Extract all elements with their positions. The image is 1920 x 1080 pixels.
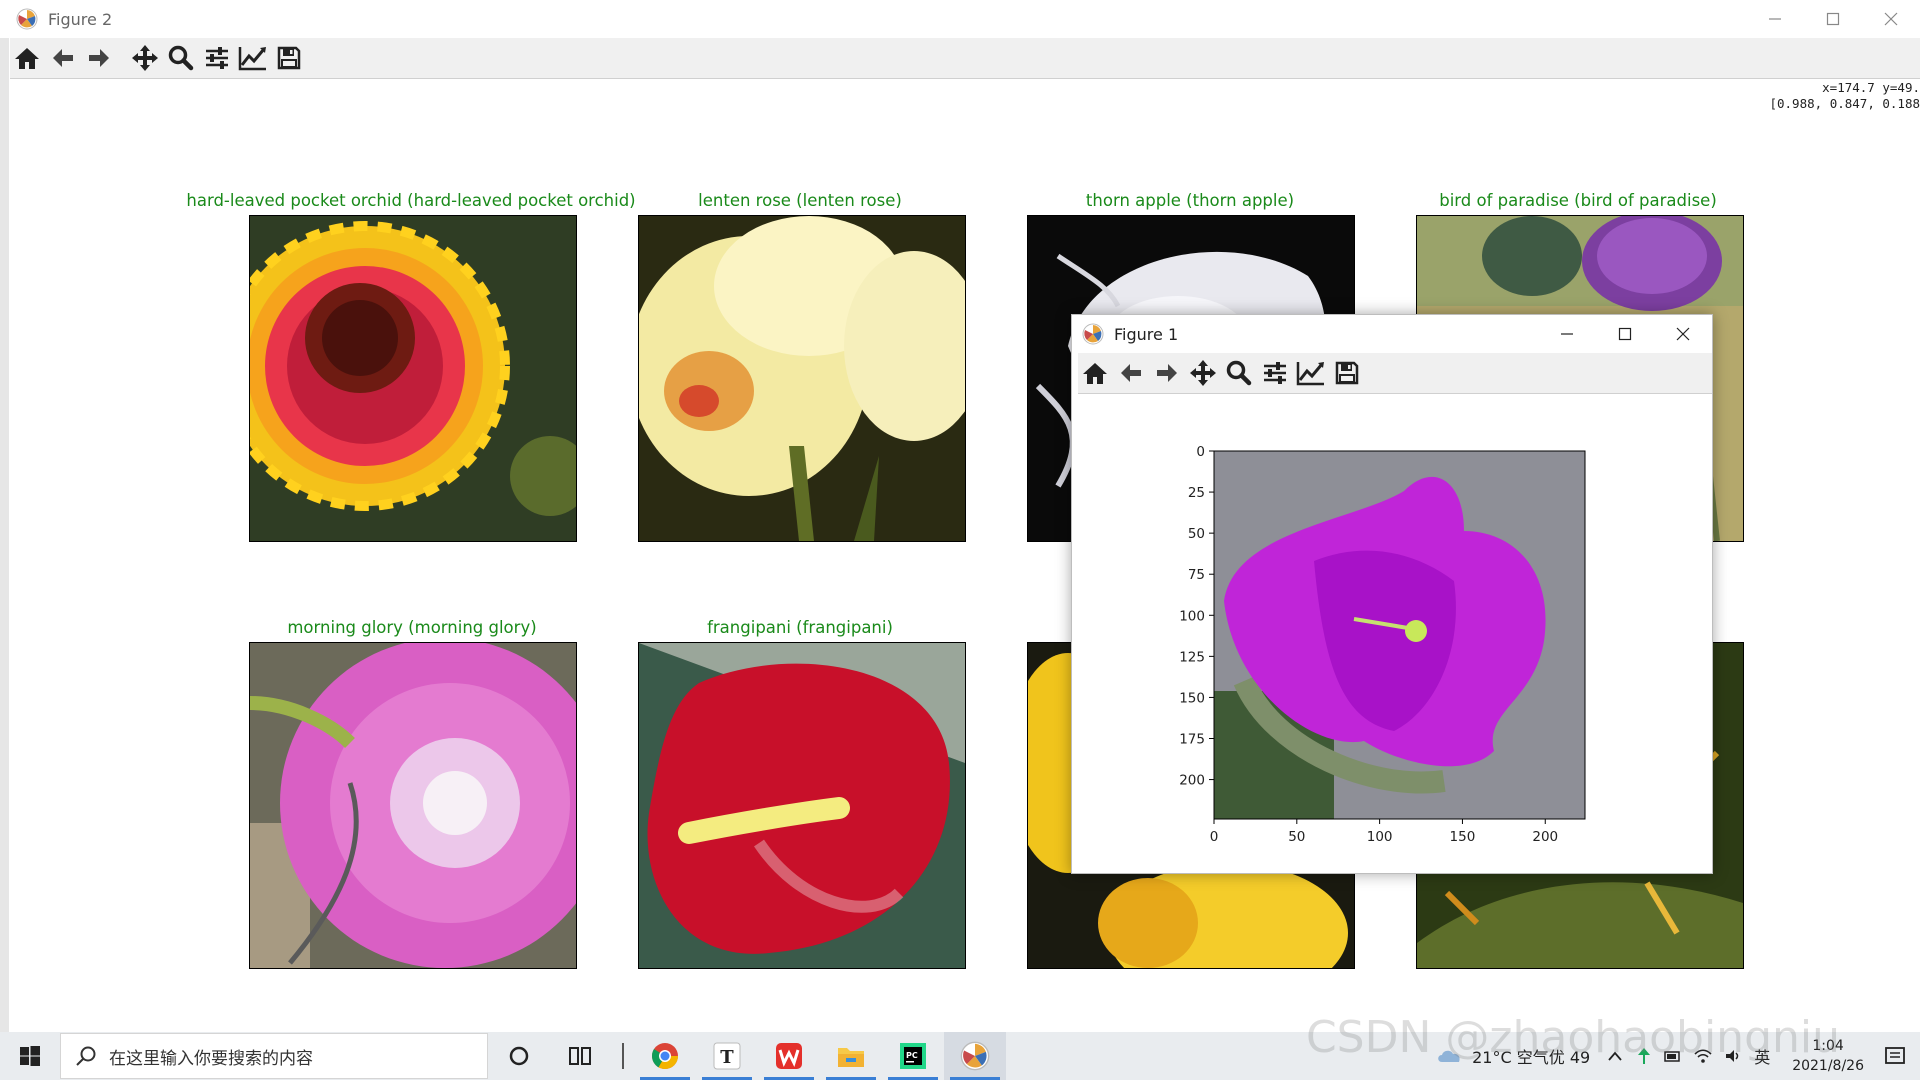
file-explorer-icon — [838, 1048, 864, 1067]
chrome-button[interactable] — [634, 1032, 696, 1080]
maximize-button[interactable] — [1804, 0, 1862, 38]
start-button[interactable] — [0, 1032, 60, 1080]
figure2-titlebar[interactable]: Figure 2 — [0, 0, 1920, 38]
flower-image-morning-glory — [249, 642, 577, 969]
tile-title-4: bird of paradise (bird of paradise) — [1439, 191, 1717, 210]
x-tick-label: 200 — [1532, 829, 1558, 845]
chrome-icon — [651, 1043, 679, 1070]
csdn-watermark: CSDN @zhaohaobingniu — [1305, 1012, 1840, 1063]
edit-axis-icon — [238, 47, 266, 71]
tile-title-3: thorn apple (thorn apple) — [1085, 191, 1295, 210]
configure-subplots-icon — [206, 47, 228, 69]
x-tick-label: 100 — [1367, 829, 1393, 845]
flower-image-gaillardia — [249, 215, 577, 542]
cursor-coordinates: x=174.7 y=49. [0.988, 0.847, 0.188 — [1769, 80, 1920, 112]
save-button[interactable] — [272, 41, 306, 75]
wps-button[interactable] — [758, 1032, 820, 1080]
tile-title-1: hard-leaved pocket orchid (hard-leaved p… — [186, 191, 636, 210]
maximize-icon — [1826, 12, 1840, 26]
tile-title-6: frangipani (frangipani) — [707, 618, 893, 637]
file-explorer-button[interactable] — [820, 1032, 882, 1080]
x-tick-label: 0 — [1210, 829, 1219, 845]
tile-title-5: morning glory (morning glory) — [287, 618, 537, 637]
home-button[interactable] — [10, 41, 44, 75]
task-view-icon — [569, 1047, 591, 1065]
back-button[interactable] — [46, 41, 80, 75]
configure-subplots-button[interactable] — [200, 41, 234, 75]
typora-button[interactable]: T — [696, 1032, 758, 1080]
flower-image-frangipani — [638, 642, 966, 969]
close-button[interactable] — [1862, 0, 1920, 38]
forward-arrow-icon — [89, 49, 109, 67]
window-edge — [0, 38, 9, 1032]
y-tick-label: 100 — [1179, 608, 1205, 624]
pycharm-button[interactable]: PC — [882, 1032, 944, 1080]
minimize-icon — [1769, 18, 1781, 20]
pycharm-icon: PC — [900, 1043, 926, 1069]
svg-text:T: T — [720, 1047, 734, 1068]
y-tick-label: 125 — [1179, 649, 1205, 665]
figure2-toolbar: x=174.7 y=49. [0.988, 0.847, 0.188 — [10, 38, 1920, 111]
coords-line-1: x=174.7 y=49. — [1822, 80, 1920, 95]
axes-plot[interactable]: 0 25 50 75 100 125 150 175 200 0 50 100 150 200 — [1072, 315, 1712, 873]
typora-icon: T — [713, 1042, 741, 1070]
cortana-button[interactable] — [488, 1032, 550, 1080]
zoom-button[interactable] — [164, 41, 198, 75]
y-tick-label: 50 — [1188, 526, 1205, 542]
coords-line-2: [0.988, 0.847, 0.188 — [1769, 96, 1920, 111]
y-tick-label: 0 — [1196, 444, 1205, 460]
minimize-button[interactable] — [1746, 0, 1804, 38]
matplotlib-button[interactable] — [944, 1032, 1006, 1080]
y-tick-label: 25 — [1188, 485, 1205, 501]
pan-move-icon — [132, 45, 158, 71]
search-icon — [76, 1046, 96, 1066]
y-axis-ticks: 0 25 50 75 100 125 150 175 200 — [1179, 444, 1214, 789]
x-axis-ticks: 0 50 100 150 200 — [1210, 819, 1558, 845]
edit-axis-button[interactable] — [236, 41, 270, 75]
search-placeholder: 在这里输入你要搜索的内容 — [109, 1048, 313, 1069]
back-arrow-icon — [53, 49, 73, 67]
y-tick-label: 75 — [1188, 567, 1205, 583]
matplotlib-icon — [16, 8, 38, 30]
task-view-button[interactable] — [550, 1032, 612, 1080]
taskbar-search[interactable]: 在这里输入你要搜索的内容 — [60, 1033, 488, 1079]
svg-text:PC: PC — [906, 1051, 918, 1060]
pan-button[interactable] — [128, 41, 162, 75]
x-tick-label: 50 — [1288, 829, 1305, 845]
x-tick-label: 150 — [1450, 829, 1476, 845]
y-tick-label: 175 — [1179, 732, 1205, 748]
y-tick-label: 200 — [1179, 773, 1205, 789]
y-tick-label: 150 — [1179, 690, 1205, 706]
forward-button[interactable] — [82, 41, 116, 75]
window-title: Figure 2 — [48, 9, 113, 29]
close-icon — [1884, 12, 1898, 26]
tile-title-2: lenten rose (lenten rose) — [698, 191, 902, 210]
wps-icon — [776, 1043, 802, 1069]
home-icon — [15, 48, 39, 69]
matplotlib-icon — [960, 1041, 990, 1071]
save-floppy-icon — [277, 46, 301, 70]
figure1-window: Figure 1 0 25 50 75 100 125 150 175 200 … — [1071, 314, 1713, 874]
flower-image-lenten-rose — [638, 215, 966, 542]
notification-center-icon[interactable] — [1884, 1045, 1906, 1067]
windows-logo-icon — [20, 1046, 40, 1066]
zoom-magnifier-icon — [168, 45, 194, 71]
taskbar-divider — [622, 1043, 624, 1069]
cortana-icon — [509, 1046, 529, 1066]
